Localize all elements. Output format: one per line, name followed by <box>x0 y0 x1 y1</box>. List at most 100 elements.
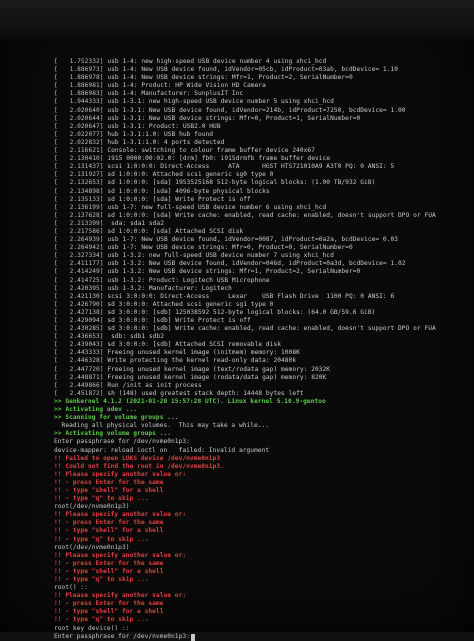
kernel-timestamp: 2.420395 <box>69 284 100 292</box>
console-text: Enter passphrase for /dev/nvme0n1p3: <box>54 438 190 446</box>
kernel-message: usb 1-3.2: Product: Logitech USB Microph… <box>107 276 270 284</box>
kernel-log-line: [2.447720] Freeing unused kernel image (… <box>54 366 466 374</box>
kernel-log-line: [2.327334] usb 1-3.2: new full-speed USB… <box>54 252 466 260</box>
kernel-timestamp: 2.427138 <box>69 308 100 316</box>
error-message: !! - type "q" to skip ... <box>54 535 149 543</box>
kernel-log-line: [2.136199] usb 1-7: new full-speed USB d… <box>54 204 466 212</box>
passphrase-prompt[interactable]: Enter passphrase for /dev/nvme0n1p3: <box>54 633 190 640</box>
kernel-message: sd 3:0:0:0: [sdb] Attached SCSI removabl… <box>107 341 282 349</box>
kernel-log-line: [2.116621] Console: switching to colour … <box>54 147 466 155</box>
kernel-timestamp: 2.217586 <box>69 227 100 235</box>
kernel-timestamp: 2.439043 <box>69 341 100 349</box>
boot-line: !! - type "q" to skip ... <box>54 576 466 584</box>
error-message: !! - press Enter for the same <box>54 478 164 486</box>
kernel-timestamp: 2.022077 <box>69 130 100 138</box>
kernel-log-line: [2.131437] scsi 1:0:0:0: Direct-Access A… <box>54 163 466 171</box>
boot-line: !! - press Enter for the same <box>54 600 466 608</box>
kernel-log-line: [2.130410] i915 0000:00:02.0: [drm] fb0:… <box>54 155 466 163</box>
kernel-message: usb 1-4: Product: HP Wide Vision HD Came… <box>107 82 266 90</box>
kernel-message: sd 1:0:0:0: [sda] 1953525168 512-byte lo… <box>107 179 376 187</box>
kernel-log-line: [2.264939] usb 1-7: New USB device found… <box>54 236 466 244</box>
monitor-screen: [1.752332] usb 1-4: new high-speed USB d… <box>0 0 474 641</box>
kernel-message: usb 1-3.2: New USB device found, idVendo… <box>107 260 406 268</box>
boot-console[interactable]: [1.752332] usb 1-4: new high-speed USB d… <box>54 58 466 641</box>
text-cursor[interactable] <box>190 633 195 641</box>
kernel-log-line: [2.022077] hub 1-3.1:1.0: USB hub found <box>54 131 466 139</box>
boot-line: device-mapper: reload ioctl on failed: I… <box>54 447 466 455</box>
error-message: !! - press Enter for the same <box>54 519 164 527</box>
kernel-log-line: [2.429094] sd 3:0:0:0: [sdb] Write Prote… <box>54 317 466 325</box>
kernel-timestamp: 2.135133 <box>69 195 100 203</box>
boot-line: !! - press Enter for the same <box>54 560 466 568</box>
kernel-log-line: [2.439043] sd 3:0:0:0: [sdb] Attached SC… <box>54 341 466 349</box>
kernel-message: scsi 1:0:0:0: Direct-Access ATA HGST HTS… <box>107 163 395 171</box>
kernel-log-line: [1.886973] usb 1-4: New USB device found… <box>54 66 466 74</box>
kernel-log-line: [2.448871] Freeing unused kernel image (… <box>54 374 466 382</box>
kernel-timestamp: 2.446328 <box>69 357 100 365</box>
kernel-message: usb 1-4: New USB device found, idVendor=… <box>107 66 399 74</box>
boot-line: root(/dev/nvme0n1p3) <box>54 544 466 552</box>
kernel-message: hub 1-3.1:1.0: USB hub found <box>107 130 214 138</box>
kernel-timestamp: 2.020640 <box>69 106 100 114</box>
boot-line: Enter passphrase for /dev/nvme0n1p3: <box>54 633 466 641</box>
error-message: !! - press Enter for the same <box>54 559 164 567</box>
kernel-message: sda: sda1 sda2 <box>107 219 164 227</box>
kernel-log-line: [2.449866] Run /init as init process <box>54 382 466 390</box>
kernel-log-line: [1.944333] usb 1-3.1: new high-speed USB… <box>54 98 466 106</box>
kernel-timestamp: 2.449866 <box>69 381 100 389</box>
kernel-message: sd 3:0:0:0: Attached scsi generic sg1 ty… <box>107 300 274 308</box>
kernel-log-line: [2.451872] sh (148) used greatest stack … <box>54 390 466 398</box>
kernel-message: Freeing unused kernel image (initmem) me… <box>107 349 300 357</box>
kernel-log-line: [2.264942] usb 1-7: New USB device strin… <box>54 244 466 252</box>
kernel-timestamp: 2.022832 <box>69 138 100 146</box>
error-message: !! Please specify another value or: <box>54 470 187 478</box>
kernel-log-line: [2.414249] usb 1-3.2: New USB device str… <box>54 268 466 276</box>
kernel-timestamp: 1.752332 <box>69 58 100 65</box>
kernel-message: usb 1-7: New USB device found, idVendor=… <box>107 236 399 244</box>
kernel-message: usb 1-4: New USB device strings: Mfr=1, … <box>107 74 353 82</box>
kernel-message: sd 3:0:0:0: [sdb] Write Protect is off <box>107 317 251 324</box>
error-message: !! - type "q" to skip ... <box>54 616 149 624</box>
error-message: !! - type "shell" for a shell <box>54 486 164 494</box>
boot-line: !! - type "q" to skip ... <box>54 536 466 544</box>
kernel-log-line: [2.132653] sd 1:0:0:0: [sda] 1953525168 … <box>54 179 466 187</box>
boot-line: !! - type "q" to skip ... <box>54 495 466 503</box>
boot-line: >> Scanning for volume groups ... <box>54 414 466 422</box>
kernel-log-line: [2.020644] usb 1-3.1: New USB device str… <box>54 115 466 123</box>
kernel-message: Write protecting the kernel read-only da… <box>107 357 297 365</box>
kernel-log-line: [1.752332] usb 1-4: new high-speed USB d… <box>54 58 466 66</box>
kernel-message: usb 1-3.2: New USB device strings: Mfr=1… <box>107 268 361 276</box>
kernel-message: sd 1:0:0:0: [sda] Write cache: enabled, … <box>107 211 436 219</box>
kernel-timestamp: 2.429094 <box>69 317 100 324</box>
kernel-message: sd 3:0:0:0: [sdb] 125038592 512-byte log… <box>107 308 376 316</box>
kernel-message: sdb: sdb1 sdb2 <box>107 333 164 341</box>
boot-line: !! - type "shell" for a shell <box>54 487 466 495</box>
kernel-message: usb 1-3.1: New USB device strings: Mfr=0… <box>107 114 361 122</box>
boot-line: !! - type "q" to skip ... <box>54 616 466 624</box>
kernel-timestamp: 2.447720 <box>69 365 100 373</box>
kernel-timestamp: 2.264942 <box>69 244 100 252</box>
error-message: !! - type "shell" for a shell <box>54 608 164 616</box>
boot-line: !! Please specify another value or: <box>54 511 466 519</box>
kernel-log-line: [2.426790] sd 3:0:0:0: Attached scsi gen… <box>54 301 466 309</box>
kernel-log-line: [2.020640] usb 1-3.1: New USB device fou… <box>54 107 466 115</box>
kernel-timestamp: 2.414725 <box>69 276 100 284</box>
monitor-bezel <box>0 0 474 40</box>
status-message: >> Genkernel 4.1.2 (2021-01-20 15:57:28 … <box>54 397 326 405</box>
kernel-log-line: [2.436653] sdb: sdb1 sdb2 <box>54 333 466 341</box>
kernel-timestamp: 2.411177 <box>69 260 100 268</box>
kernel-log-line: [1.886978] usb 1-4: New USB device strin… <box>54 74 466 82</box>
boot-line: !! Please specify another value or: <box>54 592 466 600</box>
error-message: !! - type "q" to skip ... <box>54 576 149 583</box>
kernel-log-line: [2.134898] sd 1:0:0:0: [sda] 4096-byte p… <box>54 188 466 196</box>
kernel-timestamp: 2.436653 <box>69 333 100 341</box>
kernel-message: sh (148) used greatest stack depth: 1444… <box>107 389 304 397</box>
boot-line: >> Activating udev ... <box>54 406 466 414</box>
kernel-timestamp: 2.213399 <box>69 219 100 227</box>
kernel-message: Freeing unused kernel image (rodata/data… <box>107 373 327 381</box>
kernel-timestamp: 1.886973 <box>69 66 100 74</box>
kernel-timestamp: 2.131437 <box>69 163 100 171</box>
kernel-message: sd 1:0:0:0: Attached scsi generic sg0 ty… <box>107 171 274 179</box>
kernel-timestamp: 1.886981 <box>69 82 100 90</box>
kernel-message: Console: switching to colour frame buffe… <box>107 147 315 155</box>
